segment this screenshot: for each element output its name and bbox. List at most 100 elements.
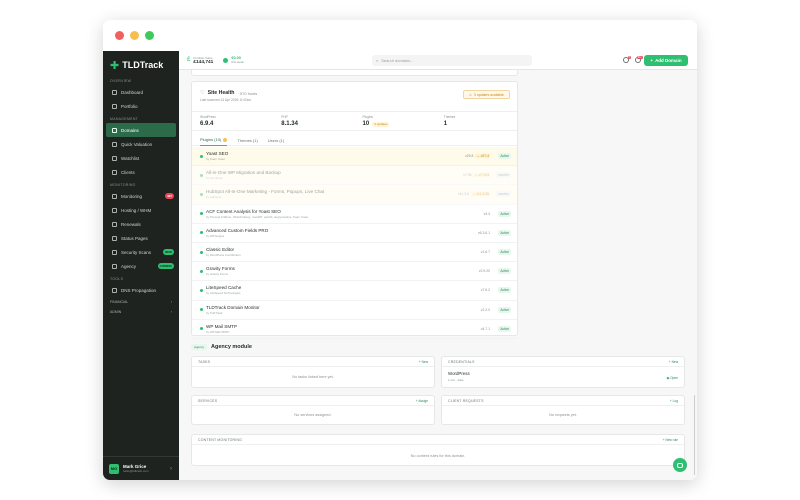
user-menu[interactable]: MG Mark Grice hello@tldtrack.com ›	[103, 456, 179, 480]
sidebar-item-label: Hosting / WHM	[121, 207, 152, 213]
agency-title: Agency module	[211, 344, 252, 350]
maximize-window-button[interactable]	[145, 31, 154, 40]
notification-badge: 99+	[636, 56, 643, 59]
server-icon	[112, 207, 117, 213]
table-row[interactable]: HubSpot All-In-One Marketing - Forms, Po…	[192, 185, 517, 205]
table-row[interactable]: Gravity Forms by Gravity Forms v2.9.20 Acti…	[192, 262, 517, 282]
current-version: v6.3.6.1	[477, 230, 490, 235]
panel-header: CONTENT MONITORING + New rule	[192, 435, 684, 445]
scrollbar[interactable]	[693, 395, 695, 475]
sidebar-item-clients[interactable]: Clients	[103, 165, 179, 179]
section-monitoring: MONITORING	[110, 183, 136, 187]
new-rule-button[interactable]: + New rule	[663, 438, 678, 442]
subtitle-text: · 570 hosts	[237, 90, 258, 96]
current-version: v2.9.20	[478, 269, 490, 274]
log-request-button[interactable]: + Log	[670, 399, 678, 403]
sidebar-item-dashboard[interactable]: Dashboard	[103, 85, 179, 99]
add-domain-button[interactable]: + Add Domain	[644, 55, 688, 66]
shield-icon	[112, 249, 117, 255]
plus-icon: +	[650, 58, 654, 63]
trend-icon	[223, 57, 229, 63]
metric-label: WordPress	[200, 115, 216, 119]
current-version: v1.6.7	[480, 250, 490, 255]
plugin-info: All-in-One WP Migration and Backup by Ser…	[206, 170, 281, 180]
close-window-button[interactable]	[115, 31, 124, 40]
plugin-name: Classic Editor	[206, 247, 235, 253]
app-logo[interactable]: ✚ TLDTrack	[103, 55, 179, 75]
plugin-version: v7.95 → v7.103	[463, 173, 490, 178]
building-icon	[112, 263, 117, 269]
site-health-card: ♡ Site Health · 570 hosts Last scanned 1…	[191, 81, 518, 339]
sidebar-item-label: DNS Propagation	[121, 287, 157, 293]
plugin-list: Yoast SEO by Team Yoast v25.8 → v27.4 Active…	[192, 147, 517, 339]
sidebar-item-status-pages[interactable]: Status Pages	[103, 231, 179, 245]
new-task-button[interactable]: + New	[419, 360, 428, 364]
stat-label: this week	[231, 60, 244, 64]
agency-tag: Agency	[191, 344, 208, 350]
sidebar-item-quick-valuation[interactable]: Quick Valuation	[103, 137, 179, 151]
sidebar-item-watchlist[interactable]: Watchlist	[103, 151, 179, 165]
sidebar-item-dns[interactable]: DNS Propagation	[103, 283, 179, 297]
sidebar-item-security-scans[interactable]: Security Scans NEW	[103, 245, 179, 259]
new-credential-button[interactable]: + New	[669, 360, 678, 364]
sidebar-item-agency[interactable]: Agency COMING	[103, 259, 179, 273]
plugin-info: Yoast SEO by Team Yoast	[206, 151, 228, 161]
table-row[interactable]: Advanced Custom Fields PRO by WP Engine v6…	[192, 224, 517, 243]
new-version: → v7.103	[473, 173, 490, 178]
table-row[interactable]: LiteSpeed Cache by LiteSpeed Technologies…	[192, 281, 517, 301]
open-credential-button[interactable]: ◉ Open	[667, 376, 678, 380]
credential-meta: 1 csv · date	[448, 378, 464, 382]
open-label: Open	[670, 376, 678, 380]
assign-service-button[interactable]: + Assign	[416, 399, 428, 403]
sidebar-item-monitoring[interactable]: Monitoring 487	[103, 189, 179, 203]
users-icon	[112, 169, 117, 175]
table-row[interactable]: ACF Content Analysis for Yoast SEO by Tho…	[192, 205, 517, 224]
table-row[interactable]: Yoast SEO by Team Yoast v25.8 → v27.4 Active	[192, 147, 517, 167]
sidebar-item-domains[interactable]: Domains	[106, 123, 176, 137]
chat-button[interactable]	[673, 458, 687, 472]
client-requests-panel: CLIENT REQUESTS + Log No requests yet.	[441, 395, 685, 425]
search-input[interactable]: ⌕ Search domains...	[372, 55, 532, 66]
sidebar-item-portfolio[interactable]: Portfolio	[103, 99, 179, 113]
last-scanned: Last scanned 14 Apr 2026, 8:47am	[200, 98, 252, 102]
plugin-version: v4.7.1	[481, 327, 490, 331]
sidebar: ✚ TLDTrack OVERVIEW Dashboard Portfolio …	[103, 51, 179, 480]
tab-label: Plugins (10)	[200, 137, 222, 142]
sidebar-item-label: Agency	[121, 263, 137, 269]
plugin-name: Yoast SEO	[206, 151, 229, 157]
tab-themes[interactable]: Themes (1)	[237, 134, 257, 146]
sidebar-group-admin[interactable]: ADMIN ›	[103, 307, 179, 317]
plugin-author: by TLDTrack	[206, 310, 223, 315]
tab-users[interactable]: Users (1)	[268, 134, 284, 146]
current-version: v4.7.1	[480, 326, 490, 331]
status-dot-icon	[200, 308, 203, 312]
minimize-window-button[interactable]	[130, 31, 139, 40]
sidebar-group-financial[interactable]: FINANCIAL ›	[103, 297, 179, 307]
main-area: £ Portfolio Value £144,741 €0.00 this we…	[179, 51, 697, 480]
sidebar-item-hosting[interactable]: Hosting / WHM	[103, 203, 179, 217]
notification-badge: 3	[627, 56, 631, 59]
credential-name: WordPress	[448, 371, 470, 376]
panel-header: CLIENT REQUESTS + Log	[442, 396, 684, 406]
status-badge: Inactive	[496, 191, 511, 198]
content-area: ♡ Site Health · 570 hosts Last scanned 1…	[179, 70, 697, 480]
tab-plugins[interactable]: Plugins (10)	[200, 134, 228, 146]
plugin-name: Advanced Custom Fields PRO	[206, 227, 269, 233]
metric-label: Themes	[443, 115, 456, 119]
plugin-version: v2.2.0	[481, 308, 490, 312]
table-row[interactable]: TLDTrack Domain Monitor by TLDTrack v2.2.0…	[192, 301, 517, 320]
table-row[interactable]: Classic Editor by WordPress Contributors v…	[192, 243, 517, 263]
updates-available-badge[interactable]: ⚠ 3 updates available	[462, 90, 510, 99]
notifications-icon[interactable]: 3	[623, 56, 631, 63]
plugin-version: v2.9.20	[479, 269, 490, 273]
sidebar-item-label: Monitoring	[121, 193, 143, 199]
table-row[interactable]: WP Mail SMTP by WP Mail SMTP v4.7.1 Active	[192, 320, 517, 339]
new-version: → v11.3.55	[470, 192, 490, 197]
sidebar-item-renewals[interactable]: Renewals	[103, 217, 179, 231]
bell-icon[interactable]: 99+	[635, 56, 643, 63]
plugin-info: Advanced Custom Fields PRO by WP Engine	[206, 228, 268, 238]
table-row[interactable]: All-in-One WP Migration and Backup by Ser…	[192, 166, 517, 186]
status-badge: Active	[498, 268, 511, 275]
status-dot-icon	[200, 269, 203, 273]
plugin-info: LiteSpeed Cache by LiteSpeed Technologies	[206, 285, 241, 295]
